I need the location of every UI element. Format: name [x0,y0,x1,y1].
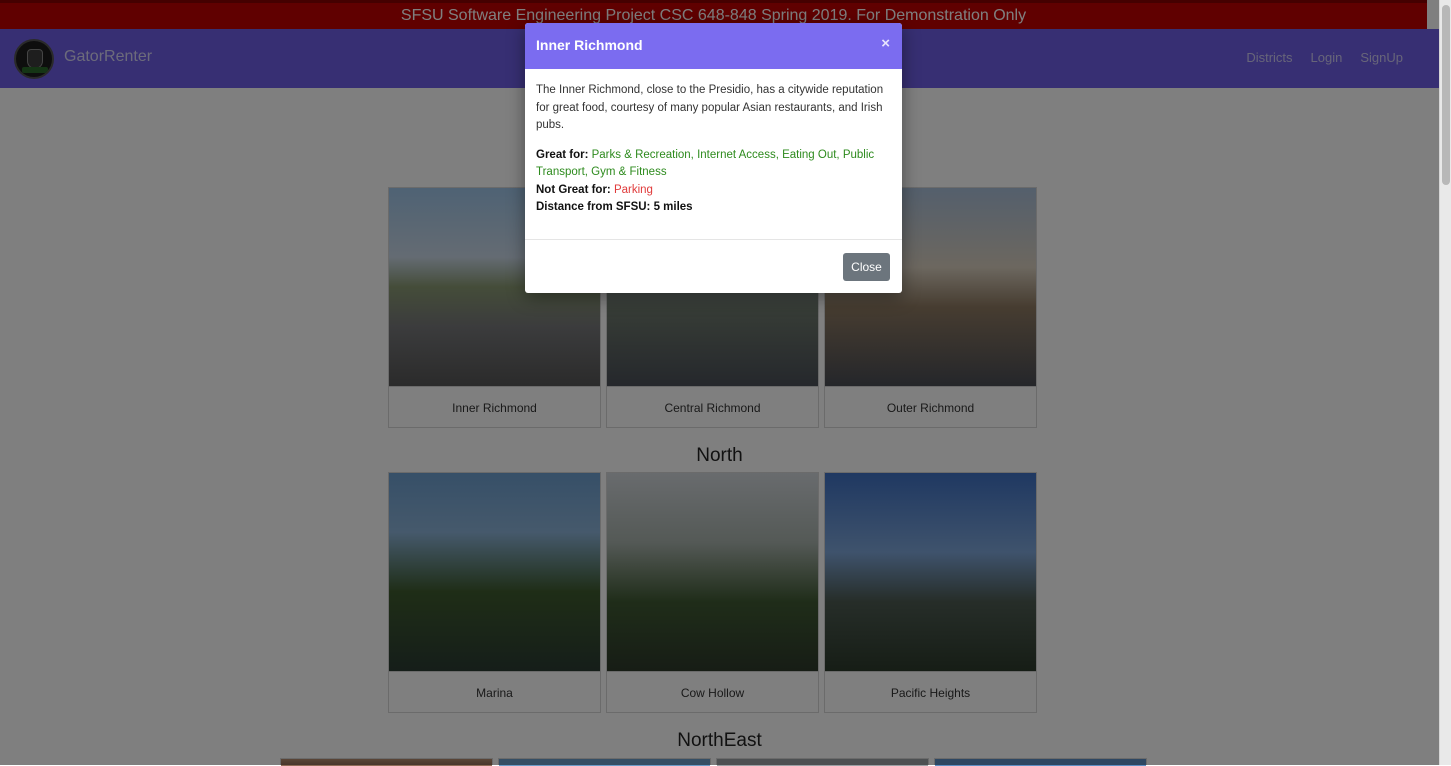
modal-body: The Inner Richmond, close to the Presidi… [536,82,886,217]
page-scrollbar[interactable] [1439,0,1451,765]
not-great-for-label: Not Great for: [536,183,611,196]
district-modal: Inner Richmond × The Inner Richmond, clo… [525,23,902,293]
great-for-line: Great for: Parks & Recreation, Internet … [536,147,886,182]
modal-title: Inner Richmond [536,37,643,53]
close-button[interactable]: Close [843,253,890,281]
close-icon[interactable]: × [881,35,890,52]
great-for-label: Great for: [536,148,589,161]
not-great-for-line: Not Great for: Parking [536,182,886,200]
not-great-for-values: Parking [613,183,653,196]
modal-header: Inner Richmond × [525,23,902,69]
distance-line: Distance from SFSU: 5 miles [536,199,886,217]
scrollbar-thumb[interactable] [1442,5,1450,185]
distance-text: Distance from SFSU: 5 miles [536,201,693,213]
modal-footer: Close [525,239,902,293]
district-description: The Inner Richmond, close to the Presidi… [536,84,884,131]
